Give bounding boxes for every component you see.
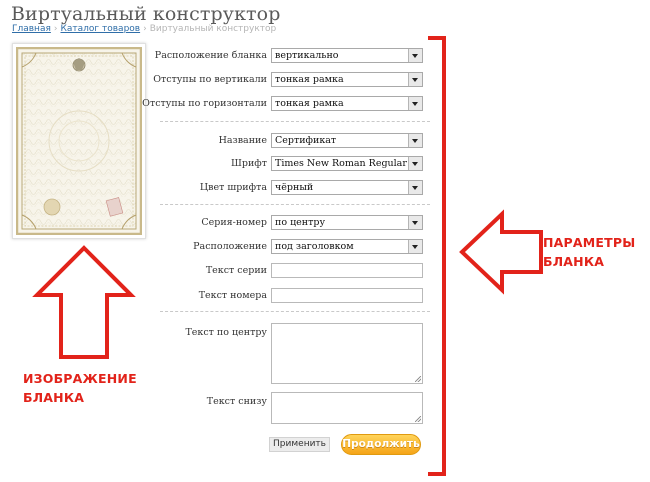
params-annotation-line: БЛАНКА xyxy=(543,254,605,269)
arrow-left-icon xyxy=(459,209,543,295)
image-annotation-line: БЛАНКА xyxy=(23,390,85,405)
image-annotation-line: ИЗОБРАЖЕНИЕ xyxy=(23,371,137,386)
params-annotation: ПАРАМЕТРЫ БЛАНКА xyxy=(543,233,635,271)
arrow-up-icon xyxy=(32,245,136,359)
params-annotation-line: ПАРАМЕТРЫ xyxy=(543,235,636,250)
bracket-icon xyxy=(428,36,446,476)
image-annotation: ИЗОБРАЖЕНИЕ БЛАНКА xyxy=(23,369,137,407)
